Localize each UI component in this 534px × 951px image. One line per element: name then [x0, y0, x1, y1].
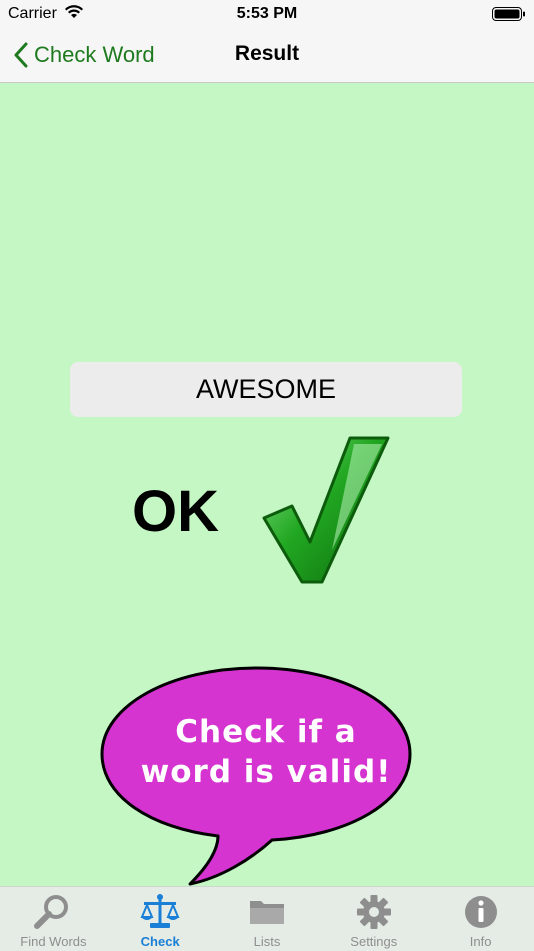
checked-word: AWESOME [195, 374, 336, 404]
checkmark-icon [262, 436, 390, 584]
checked-word-field: AWESOME [70, 362, 462, 417]
info-icon [464, 896, 497, 928]
tab-info-label: Info [469, 934, 492, 949]
bubble-line-2: word is valid! [140, 754, 392, 790]
tab-lists-label: Lists [253, 934, 281, 949]
status-bar: Carrier 5:53 PM [0, 0, 534, 28]
status-time: 5:53 PM [236, 5, 298, 22]
tab-find-words-label: Find Words [20, 934, 87, 949]
tab-lists[interactable]: Lists [214, 887, 321, 951]
battery-icon [492, 7, 525, 21]
tab-find-words[interactable]: Find Words [0, 887, 107, 951]
tab-bar: Find Words Check Lists Settings Info [0, 886, 534, 951]
tab-check-label: Check [140, 934, 180, 949]
tab-settings-label: Settings [350, 934, 398, 949]
scales-icon [140, 894, 180, 928]
bubble-text: Check if a word is valid! [118, 712, 414, 792]
tab-info[interactable]: Info [427, 887, 534, 951]
folder-icon [249, 901, 284, 924]
navigation-bar: Check Word Result [0, 28, 534, 83]
result-verdict: OK [132, 479, 219, 544]
page-title: Result [234, 42, 300, 65]
tab-settings[interactable]: Settings [320, 887, 427, 951]
magnifier-icon [34, 895, 69, 929]
bubble-line-1: Check if a [175, 714, 357, 750]
tab-check[interactable]: Check [107, 887, 214, 951]
gear-icon [356, 895, 391, 929]
